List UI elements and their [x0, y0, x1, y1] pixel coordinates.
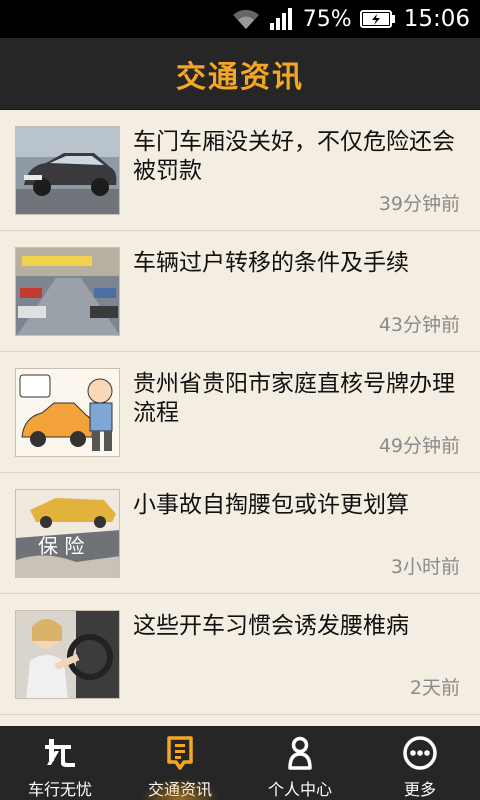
- cartoon-car-photo: [15, 368, 120, 457]
- wifi-icon: [231, 7, 261, 31]
- clock: 15:06: [403, 6, 470, 32]
- driver-photo: [15, 610, 120, 699]
- page-title: 交通资讯: [176, 59, 304, 95]
- news-title: 这些开车习惯会诱发腰椎病: [133, 613, 409, 639]
- news-item[interactable]: 车辆过户转移的条件及手续 43分钟前: [0, 231, 480, 352]
- tab-label: 个人中心: [267, 780, 332, 799]
- insurance-label: 保 险: [38, 534, 85, 558]
- news-time: 43分钟前: [378, 314, 460, 336]
- tab-label: 更多: [403, 780, 436, 799]
- bottom-tab-bar: 车行无忧 交通资讯 个人中心 更多: [0, 726, 480, 800]
- tab-label: 车行无忧: [27, 780, 92, 799]
- status-bar: 75% 15:06: [0, 0, 480, 38]
- tab-label: 交通资讯: [147, 780, 212, 799]
- signal-icon: [269, 7, 295, 31]
- news-icon: [164, 736, 196, 770]
- news-item[interactable]: 保 险 小事故自掏腰包或许更划算 3小时前: [0, 473, 480, 594]
- news-time: 39分钟前: [378, 193, 460, 215]
- news-title: 贵州省贵阳市家庭直核号牌办理流程: [133, 371, 455, 426]
- news-time: 3小时前: [390, 556, 460, 578]
- insurance-photo: 保 险: [15, 489, 120, 578]
- tab-traffic-news[interactable]: 交通资讯: [120, 726, 240, 800]
- news-item[interactable]: 贵州省贵阳市家庭直核号牌办理流程 49分钟前: [0, 352, 480, 473]
- news-time: 2天前: [409, 677, 460, 699]
- person-icon: [287, 736, 313, 770]
- car-photo: [15, 126, 120, 215]
- car-home-icon: [43, 736, 77, 770]
- news-time: 49分钟前: [378, 435, 460, 457]
- header: 交通资讯: [0, 38, 480, 110]
- tab-personal-center[interactable]: 个人中心: [240, 726, 360, 800]
- car-lot-photo: [15, 247, 120, 336]
- news-item[interactable]: 这些开车习惯会诱发腰椎病 2天前: [0, 594, 480, 715]
- more-icon: [403, 736, 437, 770]
- news-item[interactable]: 车门车厢没关好，不仅危险还会被罚款 39分钟前: [0, 110, 480, 231]
- battery-icon: [359, 9, 396, 29]
- news-title: 车辆过户转移的条件及手续: [133, 250, 409, 276]
- tab-more[interactable]: 更多: [360, 726, 480, 800]
- news-title: 车门车厢没关好，不仅危险还会被罚款: [133, 129, 455, 184]
- news-list[interactable]: 车门车厢没关好，不仅危险还会被罚款 39分钟前 车辆过户转移的条件及手续 43分…: [0, 110, 480, 726]
- news-title: 小事故自掏腰包或许更划算: [133, 492, 409, 518]
- tab-car-home[interactable]: 车行无忧: [0, 726, 120, 800]
- battery-percent: 75%: [302, 6, 352, 32]
